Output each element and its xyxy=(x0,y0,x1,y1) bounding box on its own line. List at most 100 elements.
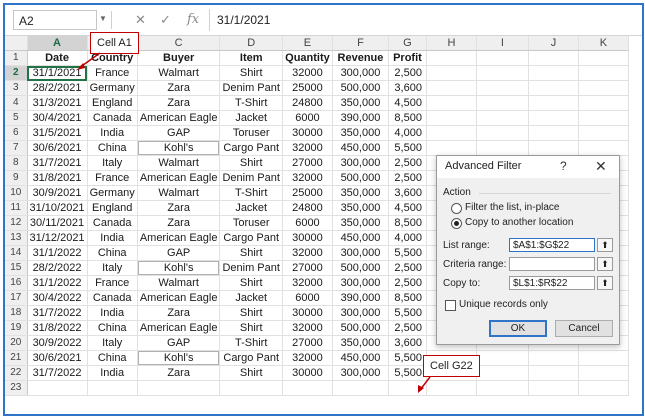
cell-h7[interactable] xyxy=(426,140,477,156)
row-header-4[interactable]: 4 xyxy=(5,95,28,111)
cell-a7[interactable]: 30/6/2021 xyxy=(27,140,88,156)
cell-f2[interactable]: 300,000 xyxy=(332,65,389,81)
cell-b2[interactable]: France xyxy=(87,65,138,81)
cell-e23[interactable] xyxy=(282,380,333,396)
cell-a22[interactable]: 31/7/2022 xyxy=(27,365,88,381)
select-all-corner[interactable] xyxy=(5,36,28,51)
cell-f19[interactable]: 500,000 xyxy=(332,320,389,336)
cell-e20[interactable]: 27000 xyxy=(282,335,333,351)
cell-d18[interactable]: Shirt xyxy=(219,305,283,321)
cell-g8[interactable]: 2,500 xyxy=(388,155,427,171)
cell-e9[interactable]: 32000 xyxy=(282,170,333,186)
cell-f13[interactable]: 450,000 xyxy=(332,230,389,246)
cell-i7[interactable] xyxy=(476,140,529,156)
cell-b19[interactable]: China xyxy=(87,320,138,336)
cell-k4[interactable] xyxy=(578,95,629,111)
row-header-6[interactable]: 6 xyxy=(5,125,28,141)
cell-j23[interactable] xyxy=(528,380,579,396)
cell-b18[interactable]: India xyxy=(87,305,138,321)
copy-to-input[interactable]: $L$1:$R$22 xyxy=(509,276,595,290)
cell-b14[interactable]: China xyxy=(87,245,138,261)
column-header-i[interactable]: I xyxy=(476,36,529,51)
copy-to-location-label[interactable]: Copy to another location xyxy=(465,217,573,228)
cell-d6[interactable]: Toruser xyxy=(219,125,283,141)
cell-d4[interactable]: T-Shirt xyxy=(219,95,283,111)
cell-e3[interactable]: 25000 xyxy=(282,80,333,96)
cell-d1[interactable]: Item xyxy=(219,50,283,66)
column-header-g[interactable]: G xyxy=(388,36,427,51)
cell-d22[interactable]: Shirt xyxy=(219,365,283,381)
unique-records-label[interactable]: Unique records only xyxy=(459,299,548,310)
cell-a11[interactable]: 31/10/2021 xyxy=(27,200,88,216)
cell-g15[interactable]: 2,500 xyxy=(388,260,427,276)
cell-a21[interactable]: 30/6/2021 xyxy=(27,350,88,366)
cell-a4[interactable]: 31/3/2021 xyxy=(27,95,88,111)
cell-g20[interactable]: 3,600 xyxy=(388,335,427,351)
row-header-14[interactable]: 14 xyxy=(5,245,28,261)
cell-d2[interactable]: Shirt xyxy=(219,65,283,81)
filter-in-place-label[interactable]: Filter the list, in-place xyxy=(465,202,559,213)
cell-e2[interactable]: 32000 xyxy=(282,65,333,81)
row-header-11[interactable]: 11 xyxy=(5,200,28,216)
cell-a20[interactable]: 30/9/2022 xyxy=(27,335,88,351)
criteria-range-collapse-button[interactable]: ⬆ xyxy=(597,257,613,271)
cell-d8[interactable]: Shirt xyxy=(219,155,283,171)
cell-f15[interactable]: 500,000 xyxy=(332,260,389,276)
cell-c16[interactable]: Walmart xyxy=(137,275,221,291)
cell-f7[interactable]: 450,000 xyxy=(332,140,389,156)
column-header-d[interactable]: D xyxy=(219,36,283,51)
cell-g6[interactable]: 4,000 xyxy=(388,125,427,141)
cell-c15[interactable]: Kohl's xyxy=(137,260,221,276)
row-header-18[interactable]: 18 xyxy=(5,305,28,321)
column-header-e[interactable]: E xyxy=(282,36,333,51)
cell-d20[interactable]: T-Shirt xyxy=(219,335,283,351)
column-header-f[interactable]: F xyxy=(332,36,389,51)
cell-d11[interactable]: Jacket xyxy=(219,200,283,216)
cell-e22[interactable]: 30000 xyxy=(282,365,333,381)
cell-b5[interactable]: Canada xyxy=(87,110,138,126)
cell-a9[interactable]: 31/8/2021 xyxy=(27,170,88,186)
cell-k22[interactable] xyxy=(578,365,629,381)
cell-c3[interactable]: Zara xyxy=(137,80,221,96)
cell-j5[interactable] xyxy=(528,110,579,126)
cell-d16[interactable]: Shirt xyxy=(219,275,283,291)
copy-to-location-radio[interactable] xyxy=(451,218,462,229)
cell-a6[interactable]: 31/5/2021 xyxy=(27,125,88,141)
column-header-k[interactable]: K xyxy=(578,36,629,51)
row-header-23[interactable]: 23 xyxy=(5,380,28,396)
cell-b3[interactable]: Germany xyxy=(87,80,138,96)
cell-h3[interactable] xyxy=(426,80,477,96)
cell-i3[interactable] xyxy=(476,80,529,96)
cell-c22[interactable]: Zara xyxy=(137,365,221,381)
cell-e11[interactable]: 24800 xyxy=(282,200,333,216)
cell-f18[interactable]: 300,000 xyxy=(332,305,389,321)
cell-a1[interactable]: Date xyxy=(27,50,88,66)
cell-a14[interactable]: 31/1/2022 xyxy=(27,245,88,261)
cell-e4[interactable]: 24800 xyxy=(282,95,333,111)
cell-f23[interactable] xyxy=(332,380,389,396)
cell-f4[interactable]: 350,000 xyxy=(332,95,389,111)
cell-c11[interactable]: Zara xyxy=(137,200,221,216)
cell-c9[interactable]: American Eagle xyxy=(137,170,221,186)
cell-i1[interactable] xyxy=(476,50,529,66)
cell-g22[interactable]: 5,500 xyxy=(388,365,427,381)
name-box[interactable]: A2 xyxy=(13,10,97,30)
cell-c1[interactable]: Buyer xyxy=(137,50,221,66)
cell-c20[interactable]: GAP xyxy=(137,335,221,351)
column-header-a[interactable]: A xyxy=(27,36,88,51)
cell-c19[interactable]: American Eagle xyxy=(137,320,221,336)
cell-a12[interactable]: 30/11/2021 xyxy=(27,215,88,231)
row-header-9[interactable]: 9 xyxy=(5,170,28,186)
row-header-19[interactable]: 19 xyxy=(5,320,28,336)
cell-c12[interactable]: Zara xyxy=(137,215,221,231)
cell-g17[interactable]: 8,500 xyxy=(388,290,427,306)
cell-e7[interactable]: 32000 xyxy=(282,140,333,156)
cell-k2[interactable] xyxy=(578,65,629,81)
cell-g13[interactable]: 4,000 xyxy=(388,230,427,246)
cell-a5[interactable]: 30/4/2021 xyxy=(27,110,88,126)
cell-c18[interactable]: Zara xyxy=(137,305,221,321)
cell-c23[interactable] xyxy=(137,380,221,396)
row-header-17[interactable]: 17 xyxy=(5,290,28,306)
cell-i22[interactable] xyxy=(476,365,529,381)
cell-g18[interactable]: 5,500 xyxy=(388,305,427,321)
